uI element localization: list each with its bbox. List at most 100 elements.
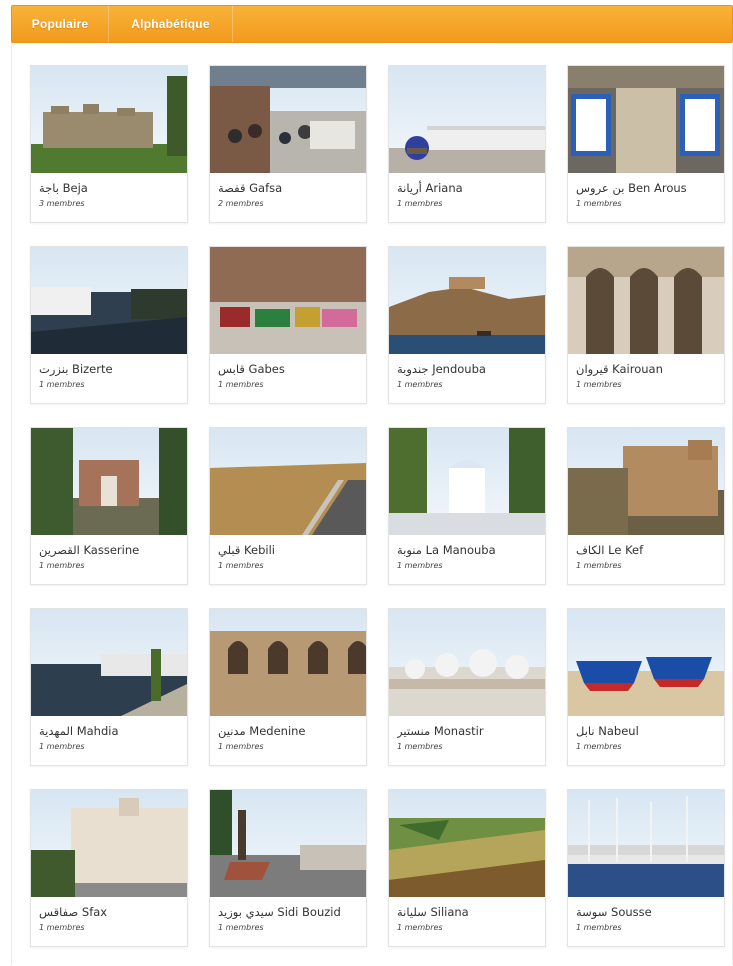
region-name[interactable]: القصرين Kasserine <box>39 535 179 557</box>
region-thumbnail[interactable] <box>389 790 545 897</box>
region-thumbnail[interactable] <box>210 428 366 535</box>
region-name-label[interactable]: جندوبة Jendouba <box>397 362 486 376</box>
region-name-label[interactable]: المهدية Mahdia <box>39 724 119 738</box>
region-members: 1 membres <box>576 380 622 389</box>
region-card[interactable]: قبلي Kebili 1 membres <box>209 427 367 585</box>
region-name-label[interactable]: سيدي بوزيد Sidi Bouzid <box>218 905 341 919</box>
region-thumbnail[interactable] <box>389 428 545 535</box>
region-name-label[interactable]: سليانة Siliana <box>397 905 469 919</box>
region-name-label[interactable]: صفاقس Sfax <box>39 905 107 919</box>
region-card[interactable]: الكاف Le Kef 1 membres <box>567 427 725 585</box>
region-name[interactable]: مدنين Medenine <box>218 716 358 738</box>
region-name[interactable]: قابس Gabes <box>218 354 358 376</box>
region-card[interactable]: قفصة Gafsa 2 membres <box>209 65 367 223</box>
region-thumbnail[interactable] <box>389 247 545 354</box>
region-card[interactable]: بنزرت Bizerte 1 membres <box>30 246 188 404</box>
region-card-text: مدنين Medenine 1 membres <box>210 716 366 752</box>
region-name[interactable]: سوسة Sousse <box>576 897 716 919</box>
region-card-text: قفصة Gafsa 2 membres <box>210 173 366 209</box>
region-card[interactable]: صفاقس Sfax 1 membres <box>30 789 188 947</box>
region-name[interactable]: المهدية Mahdia <box>39 716 179 738</box>
region-name[interactable]: قيروان Kairouan <box>576 354 716 376</box>
region-thumbnail[interactable] <box>210 609 366 716</box>
region-name[interactable]: قفصة Gafsa <box>218 173 358 195</box>
region-name[interactable]: جندوبة Jendouba <box>397 354 537 376</box>
region-card[interactable]: نابل Nabeul 1 membres <box>567 608 725 766</box>
tab-alphabetique[interactable]: Alphabétique <box>109 6 233 42</box>
region-thumbnail[interactable] <box>568 790 724 897</box>
tab-populaire[interactable]: Populaire <box>12 6 109 42</box>
region-members: 1 membres <box>218 380 264 389</box>
region-members: 1 membres <box>576 742 622 751</box>
region-name-label[interactable]: نابل Nabeul <box>576 724 639 738</box>
region-name-label[interactable]: قبلي Kebili <box>218 543 275 557</box>
region-name-label[interactable]: مدنين Medenine <box>218 724 306 738</box>
region-name[interactable]: منستير Monastir <box>397 716 537 738</box>
region-thumbnail[interactable] <box>210 247 366 354</box>
region-card[interactable]: المهدية Mahdia 1 membres <box>30 608 188 766</box>
region-card-text: باجة Beja 3 membres <box>31 173 187 209</box>
region-card[interactable]: منوبة La Manouba 1 membres <box>388 427 546 585</box>
region-card[interactable]: منستير Monastir 1 membres <box>388 608 546 766</box>
region-name[interactable]: سيدي بوزيد Sidi Bouzid <box>218 897 358 919</box>
region-card[interactable]: سوسة Sousse 1 membres <box>567 789 725 947</box>
region-thumbnail[interactable] <box>210 66 366 173</box>
region-card-text: قيروان Kairouan 1 membres <box>568 354 724 390</box>
region-thumbnail[interactable] <box>568 66 724 173</box>
region-thumbnail[interactable] <box>568 247 724 354</box>
region-thumbnail[interactable] <box>31 247 187 354</box>
region-name[interactable]: أريانة Ariana <box>397 173 537 195</box>
region-card[interactable]: مدنين Medenine 1 membres <box>209 608 367 766</box>
region-name-label[interactable]: قيروان Kairouan <box>576 362 663 376</box>
region-name[interactable]: نابل Nabeul <box>576 716 716 738</box>
region-name-label[interactable]: باجة Beja <box>39 181 88 195</box>
region-card-text: المهدية Mahdia 1 membres <box>31 716 187 752</box>
region-card[interactable]: باجة Beja 3 membres <box>30 65 188 223</box>
region-thumbnail[interactable] <box>31 428 187 535</box>
region-thumbnail[interactable] <box>389 66 545 173</box>
region-name[interactable]: سليانة Siliana <box>397 897 537 919</box>
region-name[interactable]: بنزرت Bizerte <box>39 354 179 376</box>
region-card[interactable]: جندوبة Jendouba 1 membres <box>388 246 546 404</box>
region-card[interactable]: قيروان Kairouan 1 membres <box>567 246 725 404</box>
region-name[interactable]: الكاف Le Kef <box>576 535 716 557</box>
region-thumbnail[interactable] <box>568 428 724 535</box>
region-name-label[interactable]: منوبة La Manouba <box>397 543 496 557</box>
region-grid-container: باجة Beja 3 membres قفصة Gafsa 2 membres <box>11 43 733 965</box>
region-thumbnail[interactable] <box>31 66 187 173</box>
region-members: 1 membres <box>397 199 443 208</box>
region-name[interactable]: صفاقس Sfax <box>39 897 179 919</box>
region-name[interactable]: بن عروس Ben Arous <box>576 173 716 195</box>
region-thumbnail[interactable] <box>31 790 187 897</box>
region-card[interactable]: بن عروس Ben Arous 1 membres <box>567 65 725 223</box>
region-name-label[interactable]: القصرين Kasserine <box>39 543 139 557</box>
region-name[interactable]: قبلي Kebili <box>218 535 358 557</box>
region-thumbnail[interactable] <box>210 790 366 897</box>
region-card-text: سليانة Siliana 1 membres <box>389 897 545 933</box>
region-name[interactable]: باجة Beja <box>39 173 179 195</box>
region-name[interactable]: منوبة La Manouba <box>397 535 537 557</box>
region-name-label[interactable]: منستير Monastir <box>397 724 484 738</box>
region-thumbnail[interactable] <box>389 609 545 716</box>
region-thumbnail[interactable] <box>31 609 187 716</box>
region-members: 1 membres <box>397 923 443 932</box>
region-thumbnail[interactable] <box>568 609 724 716</box>
region-name-label[interactable]: أريانة Ariana <box>397 181 463 195</box>
region-name-label[interactable]: قفصة Gafsa <box>218 181 282 195</box>
region-card[interactable]: سيدي بوزيد Sidi Bouzid 1 membres <box>209 789 367 947</box>
region-card[interactable]: سليانة Siliana 1 membres <box>388 789 546 947</box>
region-members: 1 membres <box>576 561 622 570</box>
region-grid: باجة Beja 3 membres قفصة Gafsa 2 membres <box>12 65 732 947</box>
region-card[interactable]: قابس Gabes 1 membres <box>209 246 367 404</box>
region-card-text: نابل Nabeul 1 membres <box>568 716 724 752</box>
region-card[interactable]: القصرين Kasserine 1 membres <box>30 427 188 585</box>
region-name-label[interactable]: الكاف Le Kef <box>576 543 643 557</box>
region-card[interactable]: أريانة Ariana 1 membres <box>388 65 546 223</box>
region-name-label[interactable]: سوسة Sousse <box>576 905 652 919</box>
region-name-label[interactable]: قابس Gabes <box>218 362 285 376</box>
region-card-text: قابس Gabes 1 membres <box>210 354 366 390</box>
region-name-label[interactable]: بن عروس Ben Arous <box>576 181 687 195</box>
region-name-label[interactable]: بنزرت Bizerte <box>39 362 113 376</box>
region-card-text: بن عروس Ben Arous 1 membres <box>568 173 724 209</box>
region-members: 1 membres <box>218 561 264 570</box>
